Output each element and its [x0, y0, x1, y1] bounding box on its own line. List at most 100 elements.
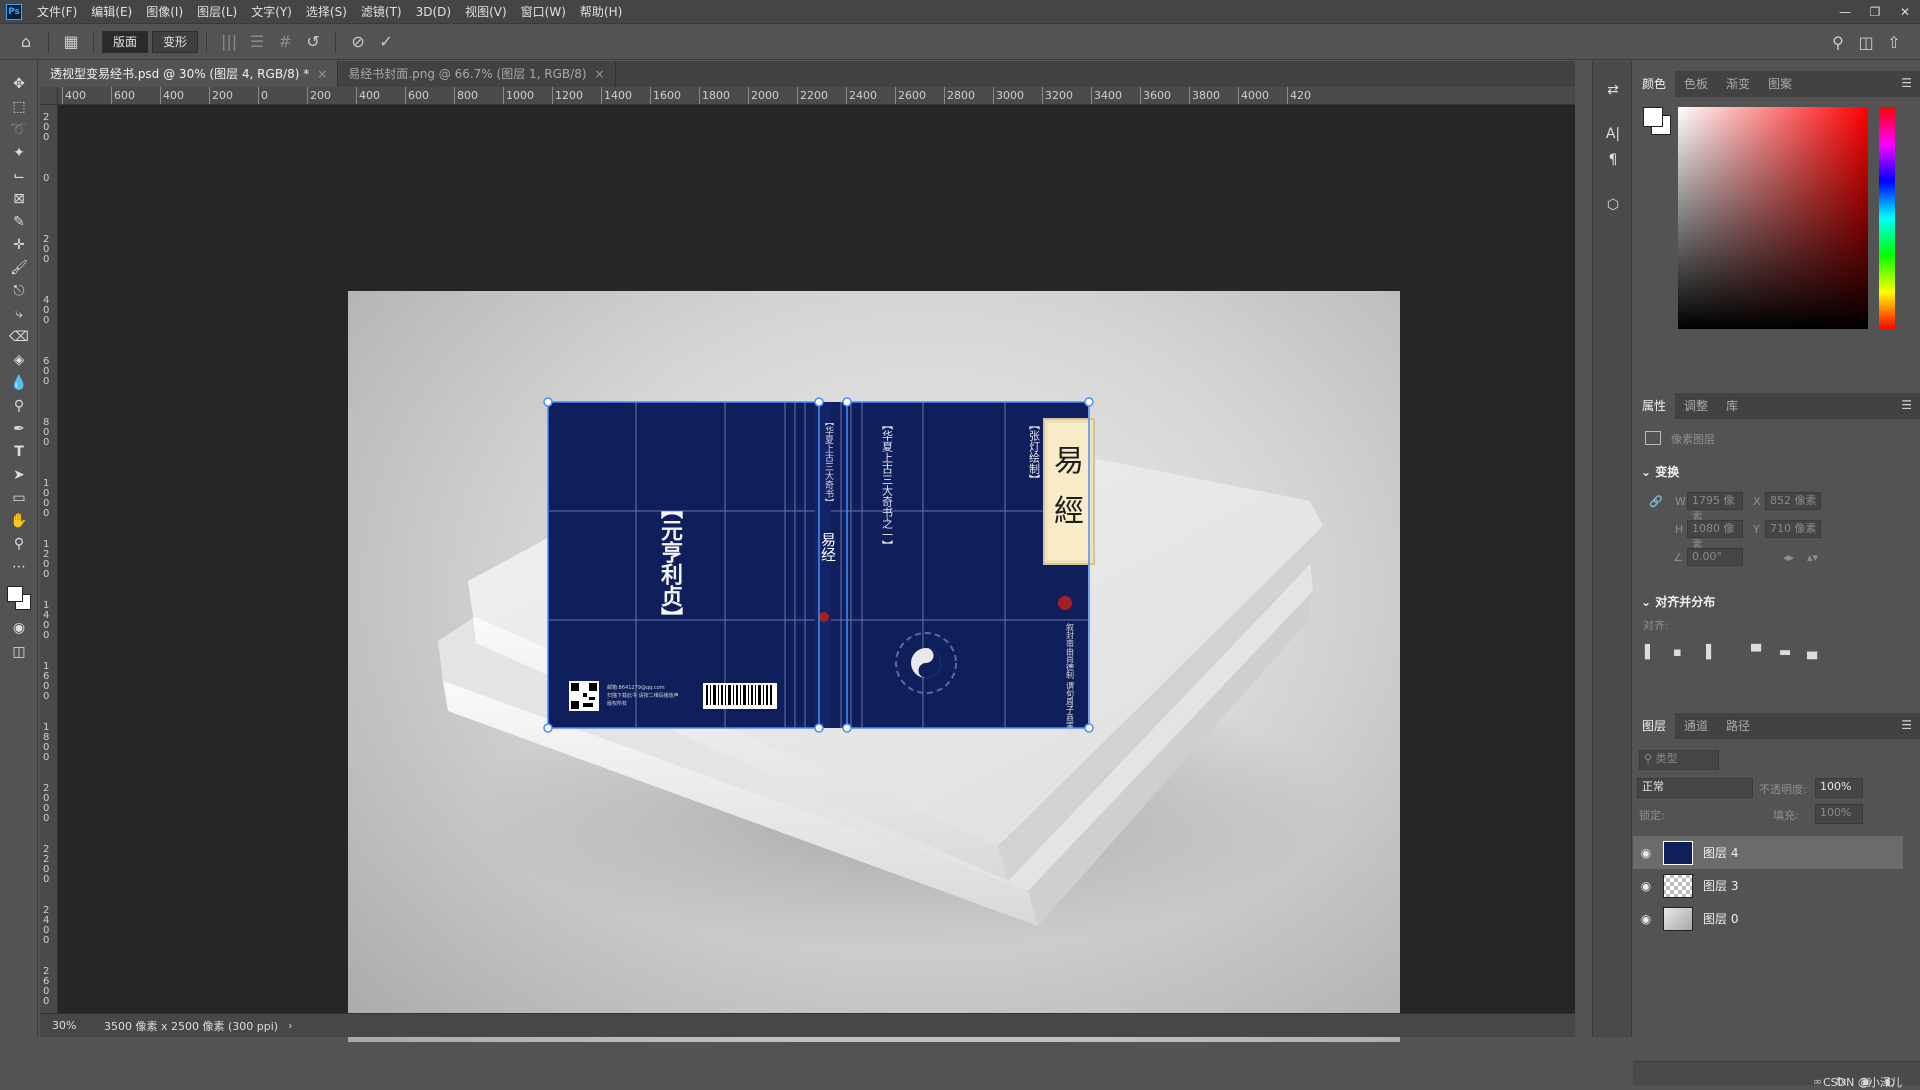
align-horizontal-centers-icon[interactable]: ▪	[1673, 645, 1682, 660]
paint-bucket-tool-icon[interactable]: ◈	[8, 349, 30, 371]
vertical-straighten-icon[interactable]: |||	[215, 28, 243, 56]
panel-menu-icon[interactable]: ☰	[1901, 718, 1912, 732]
layer-row[interactable]: ◉ 图层 4	[1633, 836, 1903, 869]
tab-libraries[interactable]: 库	[1717, 393, 1747, 419]
warp-mode-button[interactable]: 变形	[152, 30, 199, 53]
color-field[interactable]	[1678, 107, 1868, 329]
status-menu-arrow[interactable]: ›	[288, 1019, 292, 1032]
healing-brush-tool-icon[interactable]: ✛	[8, 234, 30, 256]
tab-swatches[interactable]: 色板	[1675, 71, 1717, 97]
menu-filter[interactable]: 滤镜(T)	[354, 0, 409, 24]
align-vertical-centers-icon[interactable]: ▬	[1779, 645, 1791, 660]
warp-pin[interactable]	[543, 397, 553, 407]
eyedropper-tool-icon[interactable]: ✎	[8, 211, 30, 233]
history-panel-icon[interactable]: ⇄	[1602, 79, 1624, 101]
tab-patterns[interactable]: 图案	[1759, 71, 1801, 97]
history-brush-tool-icon[interactable]: ⤷	[8, 303, 30, 325]
close-tab-icon[interactable]: ×	[595, 67, 605, 81]
warp-pin[interactable]	[814, 397, 824, 407]
tab-document-2[interactable]: 易经书封面.png @ 66.7% (图层 1, RGB/8) ×	[338, 61, 616, 87]
cancel-icon[interactable]: ⊘	[344, 28, 372, 56]
hand-tool-icon[interactable]: ✋	[8, 510, 30, 532]
tab-color[interactable]: 颜色	[1633, 71, 1676, 97]
transform-section-title[interactable]: ⌄ 变换	[1641, 463, 1679, 480]
pen-tool-icon[interactable]: ✒	[8, 418, 30, 440]
menu-help[interactable]: 帮助(H)	[573, 0, 629, 24]
zoom-level[interactable]: 30%	[52, 1019, 98, 1032]
align-section-title[interactable]: ⌄ 对齐并分布	[1641, 593, 1715, 610]
layer-name[interactable]: 图层 4	[1703, 844, 1738, 861]
tab-gradients[interactable]: 渐变	[1717, 71, 1759, 97]
layer-name[interactable]: 图层 0	[1703, 910, 1738, 927]
screen-mode-icon[interactable]: ◫	[8, 641, 30, 663]
tab-adjustments[interactable]: 调整	[1675, 393, 1717, 419]
menu-select[interactable]: 选择(S)	[299, 0, 354, 24]
close-tab-icon[interactable]: ×	[317, 67, 327, 81]
layer-row[interactable]: ◉ 图层 0	[1633, 902, 1903, 935]
warp-pin[interactable]	[814, 723, 824, 733]
path-selection-tool-icon[interactable]: ➤	[8, 464, 30, 486]
eraser-tool-icon[interactable]: ⌫	[8, 326, 30, 348]
warp-pin[interactable]	[842, 723, 852, 733]
marquee-tool-icon[interactable]: ⬚	[8, 96, 30, 118]
panel-menu-icon[interactable]: ☰	[1901, 398, 1912, 412]
stamp-tool-icon[interactable]: ⎋	[8, 280, 30, 302]
layer-row[interactable]: ◉ 图层 3	[1633, 869, 1903, 902]
visibility-eye-icon[interactable]: ◉	[1633, 879, 1659, 893]
crop-tool-icon[interactable]: ⌙	[8, 165, 30, 187]
y-field[interactable]: 710 像素	[1765, 520, 1821, 538]
grid-icon[interactable]: #	[271, 28, 299, 56]
warp-pin[interactable]	[842, 397, 852, 407]
x-field[interactable]: 852 像素	[1765, 492, 1821, 510]
type-tool-icon[interactable]: T	[8, 441, 30, 463]
blur-tool-icon[interactable]: 💧	[8, 372, 30, 394]
brush-tool-icon[interactable]: 🖌	[8, 257, 30, 279]
menu-type[interactable]: 文字(Y)	[244, 0, 299, 24]
menu-3d[interactable]: 3D(D)	[409, 0, 458, 24]
visibility-eye-icon[interactable]: ◉	[1633, 912, 1659, 926]
3d-panel-icon[interactable]: ⬡	[1602, 194, 1624, 216]
canvas-workspace[interactable]: 【元亨利贞】 【华夏上古三大奇书】 易经 【华夏上古三大奇书之一】 【张灯绘制】…	[58, 105, 1575, 1042]
foreground-color-swatch[interactable]	[7, 586, 23, 602]
home-icon[interactable]: ⌂	[12, 28, 40, 56]
frame-tool-icon[interactable]: ⊠	[8, 188, 30, 210]
perspective-warp-icon[interactable]: ▦	[57, 28, 85, 56]
flip-vertical-icon[interactable]: ▴▾	[1807, 551, 1818, 564]
fill-field[interactable]: 100%	[1815, 804, 1863, 824]
layer-name[interactable]: 图层 3	[1703, 877, 1738, 894]
close-icon[interactable]: ✕	[1890, 0, 1920, 24]
magic-wand-tool-icon[interactable]: ✦	[8, 142, 30, 164]
layout-mode-button[interactable]: 版面	[102, 30, 149, 53]
align-right-edges-icon[interactable]: ▐	[1701, 645, 1711, 660]
warp-pin[interactable]	[543, 723, 553, 733]
warp-pin[interactable]	[1084, 397, 1094, 407]
tab-paths[interactable]: 路径	[1717, 713, 1759, 739]
quick-mask-icon[interactable]: ◉	[8, 617, 30, 639]
zoom-tool-icon[interactable]: ⚲	[8, 533, 30, 555]
angle-field[interactable]: 0.00°	[1687, 548, 1743, 566]
more-tools-icon[interactable]: ⋯	[8, 556, 30, 578]
width-field[interactable]: 1795 像素	[1687, 492, 1743, 523]
tab-layers[interactable]: 图层	[1633, 713, 1676, 739]
menu-edit[interactable]: 编辑(E)	[84, 0, 139, 24]
layer-filter-dropdown[interactable]: ⚲ 类型	[1639, 750, 1719, 770]
height-field[interactable]: 1080 像素	[1687, 520, 1743, 551]
workspace-icon[interactable]: ◫	[1852, 28, 1880, 56]
dodge-tool-icon[interactable]: ⚲	[8, 395, 30, 417]
move-tool-icon[interactable]: ✥	[8, 73, 30, 95]
link-icon[interactable]: 🔗	[1649, 495, 1663, 508]
share-icon[interactable]: ⇧	[1880, 28, 1908, 56]
minimize-icon[interactable]: —	[1830, 0, 1860, 24]
lasso-tool-icon[interactable]: ➰	[8, 119, 30, 141]
menu-window[interactable]: 窗口(W)	[514, 0, 573, 24]
rectangle-tool-icon[interactable]: ▭	[8, 487, 30, 509]
book-cover-layer[interactable]: 【元亨利贞】 【华夏上古三大奇书】 易经 【华夏上古三大奇书之一】 【张灯绘制】…	[543, 397, 1103, 735]
tab-properties[interactable]: 属性	[1633, 393, 1676, 419]
search-icon[interactable]: ⚲	[1824, 28, 1852, 56]
opacity-field[interactable]: 100%	[1815, 778, 1863, 798]
blend-mode-select[interactable]: 正常	[1637, 778, 1753, 798]
visibility-eye-icon[interactable]: ◉	[1633, 846, 1659, 860]
warp-pin[interactable]	[1084, 723, 1094, 733]
restore-icon[interactable]: ❐	[1860, 0, 1890, 24]
menu-file[interactable]: 文件(F)	[30, 0, 84, 24]
